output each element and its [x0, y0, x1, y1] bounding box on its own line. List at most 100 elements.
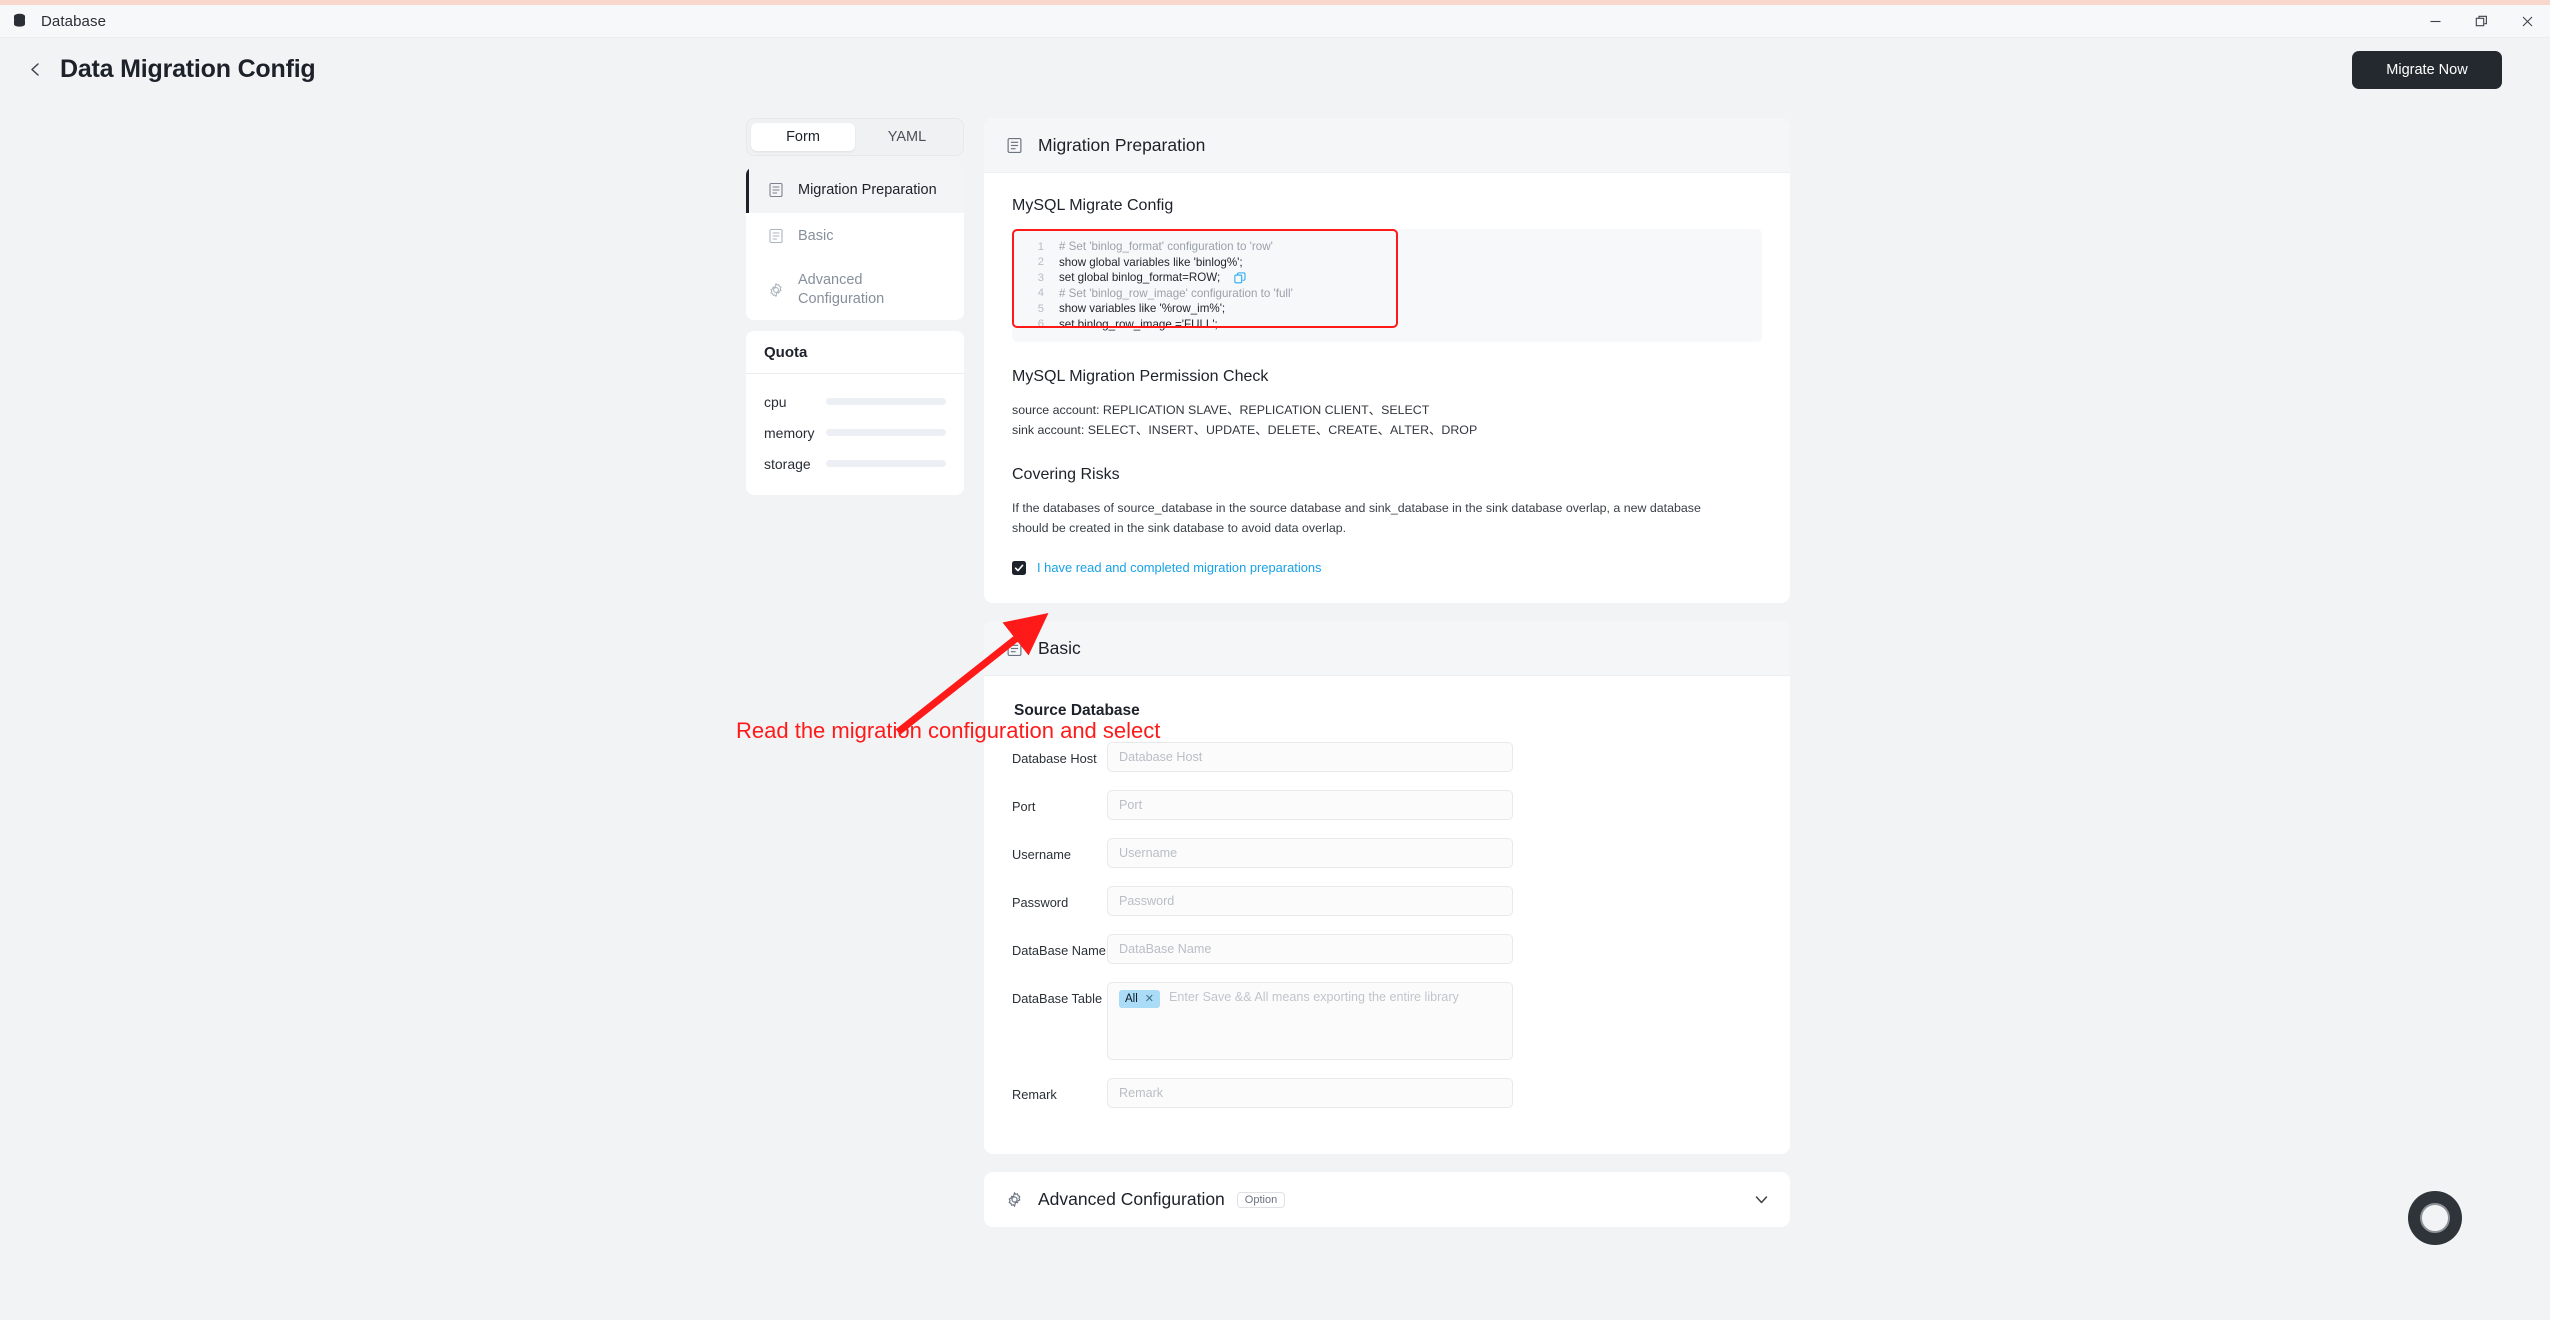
card-title: Migration Preparation	[1038, 135, 1205, 156]
quota-row-cpu: cpu	[764, 386, 946, 417]
field-label: Remark	[1012, 1078, 1107, 1104]
left-panel: Form YAML Migration Preparation	[746, 118, 964, 495]
close-icon[interactable]	[2504, 5, 2550, 38]
ring-icon	[2420, 1203, 2450, 1233]
quota-track	[826, 429, 946, 436]
quota-row-memory: memory	[764, 417, 946, 448]
code-line-text: show global variables like 'binlog%';	[1059, 256, 1243, 269]
code-line: 6 set binlog_row_image ='FULL';	[1012, 317, 1762, 333]
main-content: Migration Preparation MySQL Migrate Conf…	[984, 118, 1790, 1227]
covering-risks-title: Covering Risks	[1012, 466, 1762, 484]
code-line-number: 3	[1022, 272, 1044, 284]
migration-preparations-checkbox[interactable]	[1012, 561, 1026, 575]
database-table-input[interactable]: All ✕ Enter Save && All means exporting …	[1107, 982, 1513, 1060]
sidebar-item-label: Basic	[798, 227, 833, 246]
copy-icon[interactable]	[1234, 272, 1246, 284]
card-header: Migration Preparation	[984, 118, 1790, 173]
page-header: Data Migration Config Migrate Now	[0, 38, 2550, 100]
tab-yaml[interactable]: YAML	[855, 123, 959, 151]
card-body: Source Database Database Host Database H…	[984, 676, 1790, 1154]
migration-preparations-checkbox-label: I have read and completed migration prep…	[1037, 560, 1321, 575]
database-name-input[interactable]: DataBase Name	[1107, 934, 1513, 964]
quota-track	[826, 460, 946, 467]
quota-label: storage	[764, 456, 826, 472]
maximize-icon[interactable]	[2458, 5, 2504, 38]
password-input[interactable]: Password	[1107, 886, 1513, 916]
card-body: MySQL Migrate Config 1 # Set 'binlog_for…	[984, 173, 1790, 603]
tab-form[interactable]: Form	[751, 123, 855, 151]
window-titlebar: Database	[0, 5, 2550, 38]
sidebar-item-basic[interactable]: Basic	[746, 213, 964, 259]
window-title: Database	[41, 13, 106, 30]
window-controls	[2412, 5, 2550, 38]
migration-preparations-checkbox-row[interactable]: I have read and completed migration prep…	[1012, 560, 1762, 575]
code-line-text: show variables like '%row_im%';	[1059, 302, 1225, 315]
migrate-now-button[interactable]: Migrate Now	[2352, 51, 2502, 89]
risks-text-line-1: If the databases of source_database in t…	[1012, 498, 1762, 518]
code-line: 4 # Set 'binlog_row_image' configuration…	[1012, 286, 1762, 302]
quota-row-storage: storage	[764, 448, 946, 479]
section-nav: Migration Preparation Basic Advanced C	[746, 167, 964, 320]
field-database-name: DataBase Name DataBase Name	[1012, 934, 1762, 964]
database-table-tag: All ✕	[1119, 990, 1160, 1008]
tag-remove-icon[interactable]: ✕	[1145, 994, 1154, 1005]
database-icon	[12, 13, 27, 29]
code-line-number: 5	[1022, 303, 1044, 315]
field-label: Port	[1012, 790, 1107, 816]
field-database-table: DataBase Table All ✕ Enter Save && All m…	[1012, 982, 1762, 1060]
quota-rows: cpu memory storage	[746, 374, 964, 495]
floating-action-button[interactable]	[2408, 1191, 2462, 1245]
field-port: Port Port	[1012, 790, 1762, 820]
database-table-placeholder: Enter Save && All means exporting the en…	[1169, 990, 1459, 1004]
document-icon	[766, 180, 786, 200]
code-line: 3 set global binlog_format=ROW;	[1012, 270, 1762, 286]
code-line-text: # Set 'binlog_format' configuration to '…	[1059, 240, 1273, 253]
quota-track	[826, 398, 946, 405]
advanced-configuration-title: Advanced Configuration	[1038, 1189, 1225, 1210]
permission-source-text: source account: REPLICATION SLAVE、REPLIC…	[1012, 400, 1762, 420]
code-line-number: 4	[1022, 287, 1044, 299]
page-title: Data Migration Config	[60, 55, 316, 84]
code-line-number: 6	[1022, 318, 1044, 330]
annotation-text: Read the migration configuration and sel…	[736, 718, 1160, 744]
back-button[interactable]	[22, 56, 48, 82]
field-username: Username Username	[1012, 838, 1762, 868]
code-line-text: set global binlog_format=ROW;	[1059, 271, 1220, 284]
view-mode-tabs: Form YAML	[746, 118, 964, 156]
sidebar-item-label: Advanced Configuration	[798, 271, 950, 308]
quota-label: cpu	[764, 394, 826, 410]
database-host-input[interactable]: Database Host	[1107, 742, 1513, 772]
port-input[interactable]: Port	[1107, 790, 1513, 820]
sidebar-item-label: Migration Preparation	[798, 181, 937, 200]
username-input[interactable]: Username	[1107, 838, 1513, 868]
field-label: DataBase Name	[1012, 934, 1107, 960]
basic-card: Basic Source Database Database Host Data…	[984, 621, 1790, 1154]
code-line: 5 show variables like '%row_im%';	[1012, 301, 1762, 317]
permission-sink-text: sink account: SELECT、INSERT、UPDATE、DELET…	[1012, 420, 1762, 440]
remark-input[interactable]: Remark	[1107, 1078, 1513, 1108]
migration-preparation-card: Migration Preparation MySQL Migrate Conf…	[984, 118, 1790, 603]
tag-label: All	[1125, 993, 1138, 1005]
sidebar-item-migration-preparation[interactable]: Migration Preparation	[746, 167, 964, 213]
permission-check-title: MySQL Migration Permission Check	[1012, 368, 1762, 386]
gear-icon	[1004, 1190, 1024, 1210]
advanced-configuration-card[interactable]: Advanced Configuration Option	[984, 1172, 1790, 1227]
field-label: DataBase Table	[1012, 982, 1107, 1008]
mysql-config-title: MySQL Migrate Config	[1012, 197, 1762, 215]
field-label: Password	[1012, 886, 1107, 912]
code-line-text: set binlog_row_image ='FULL';	[1059, 318, 1218, 331]
field-label: Username	[1012, 838, 1107, 864]
card-header: Basic	[984, 621, 1790, 676]
field-remark: Remark Remark	[1012, 1078, 1762, 1108]
risks-text-line-2: should be created in the sink database t…	[1012, 518, 1762, 538]
quota-title: Quota	[746, 331, 964, 374]
mysql-config-code-block: 1 # Set 'binlog_format' configuration to…	[1012, 229, 1762, 342]
code-line-text: # Set 'binlog_row_image' configuration t…	[1059, 287, 1293, 300]
document-icon	[1004, 135, 1024, 155]
quota-label: memory	[764, 425, 826, 441]
minimize-icon[interactable]	[2412, 5, 2458, 38]
field-database-host: Database Host Database Host	[1012, 742, 1762, 772]
chevron-down-icon[interactable]	[1753, 1191, 1770, 1208]
code-line: 1 # Set 'binlog_format' configuration to…	[1012, 239, 1762, 255]
sidebar-item-advanced-configuration[interactable]: Advanced Configuration	[746, 259, 964, 320]
